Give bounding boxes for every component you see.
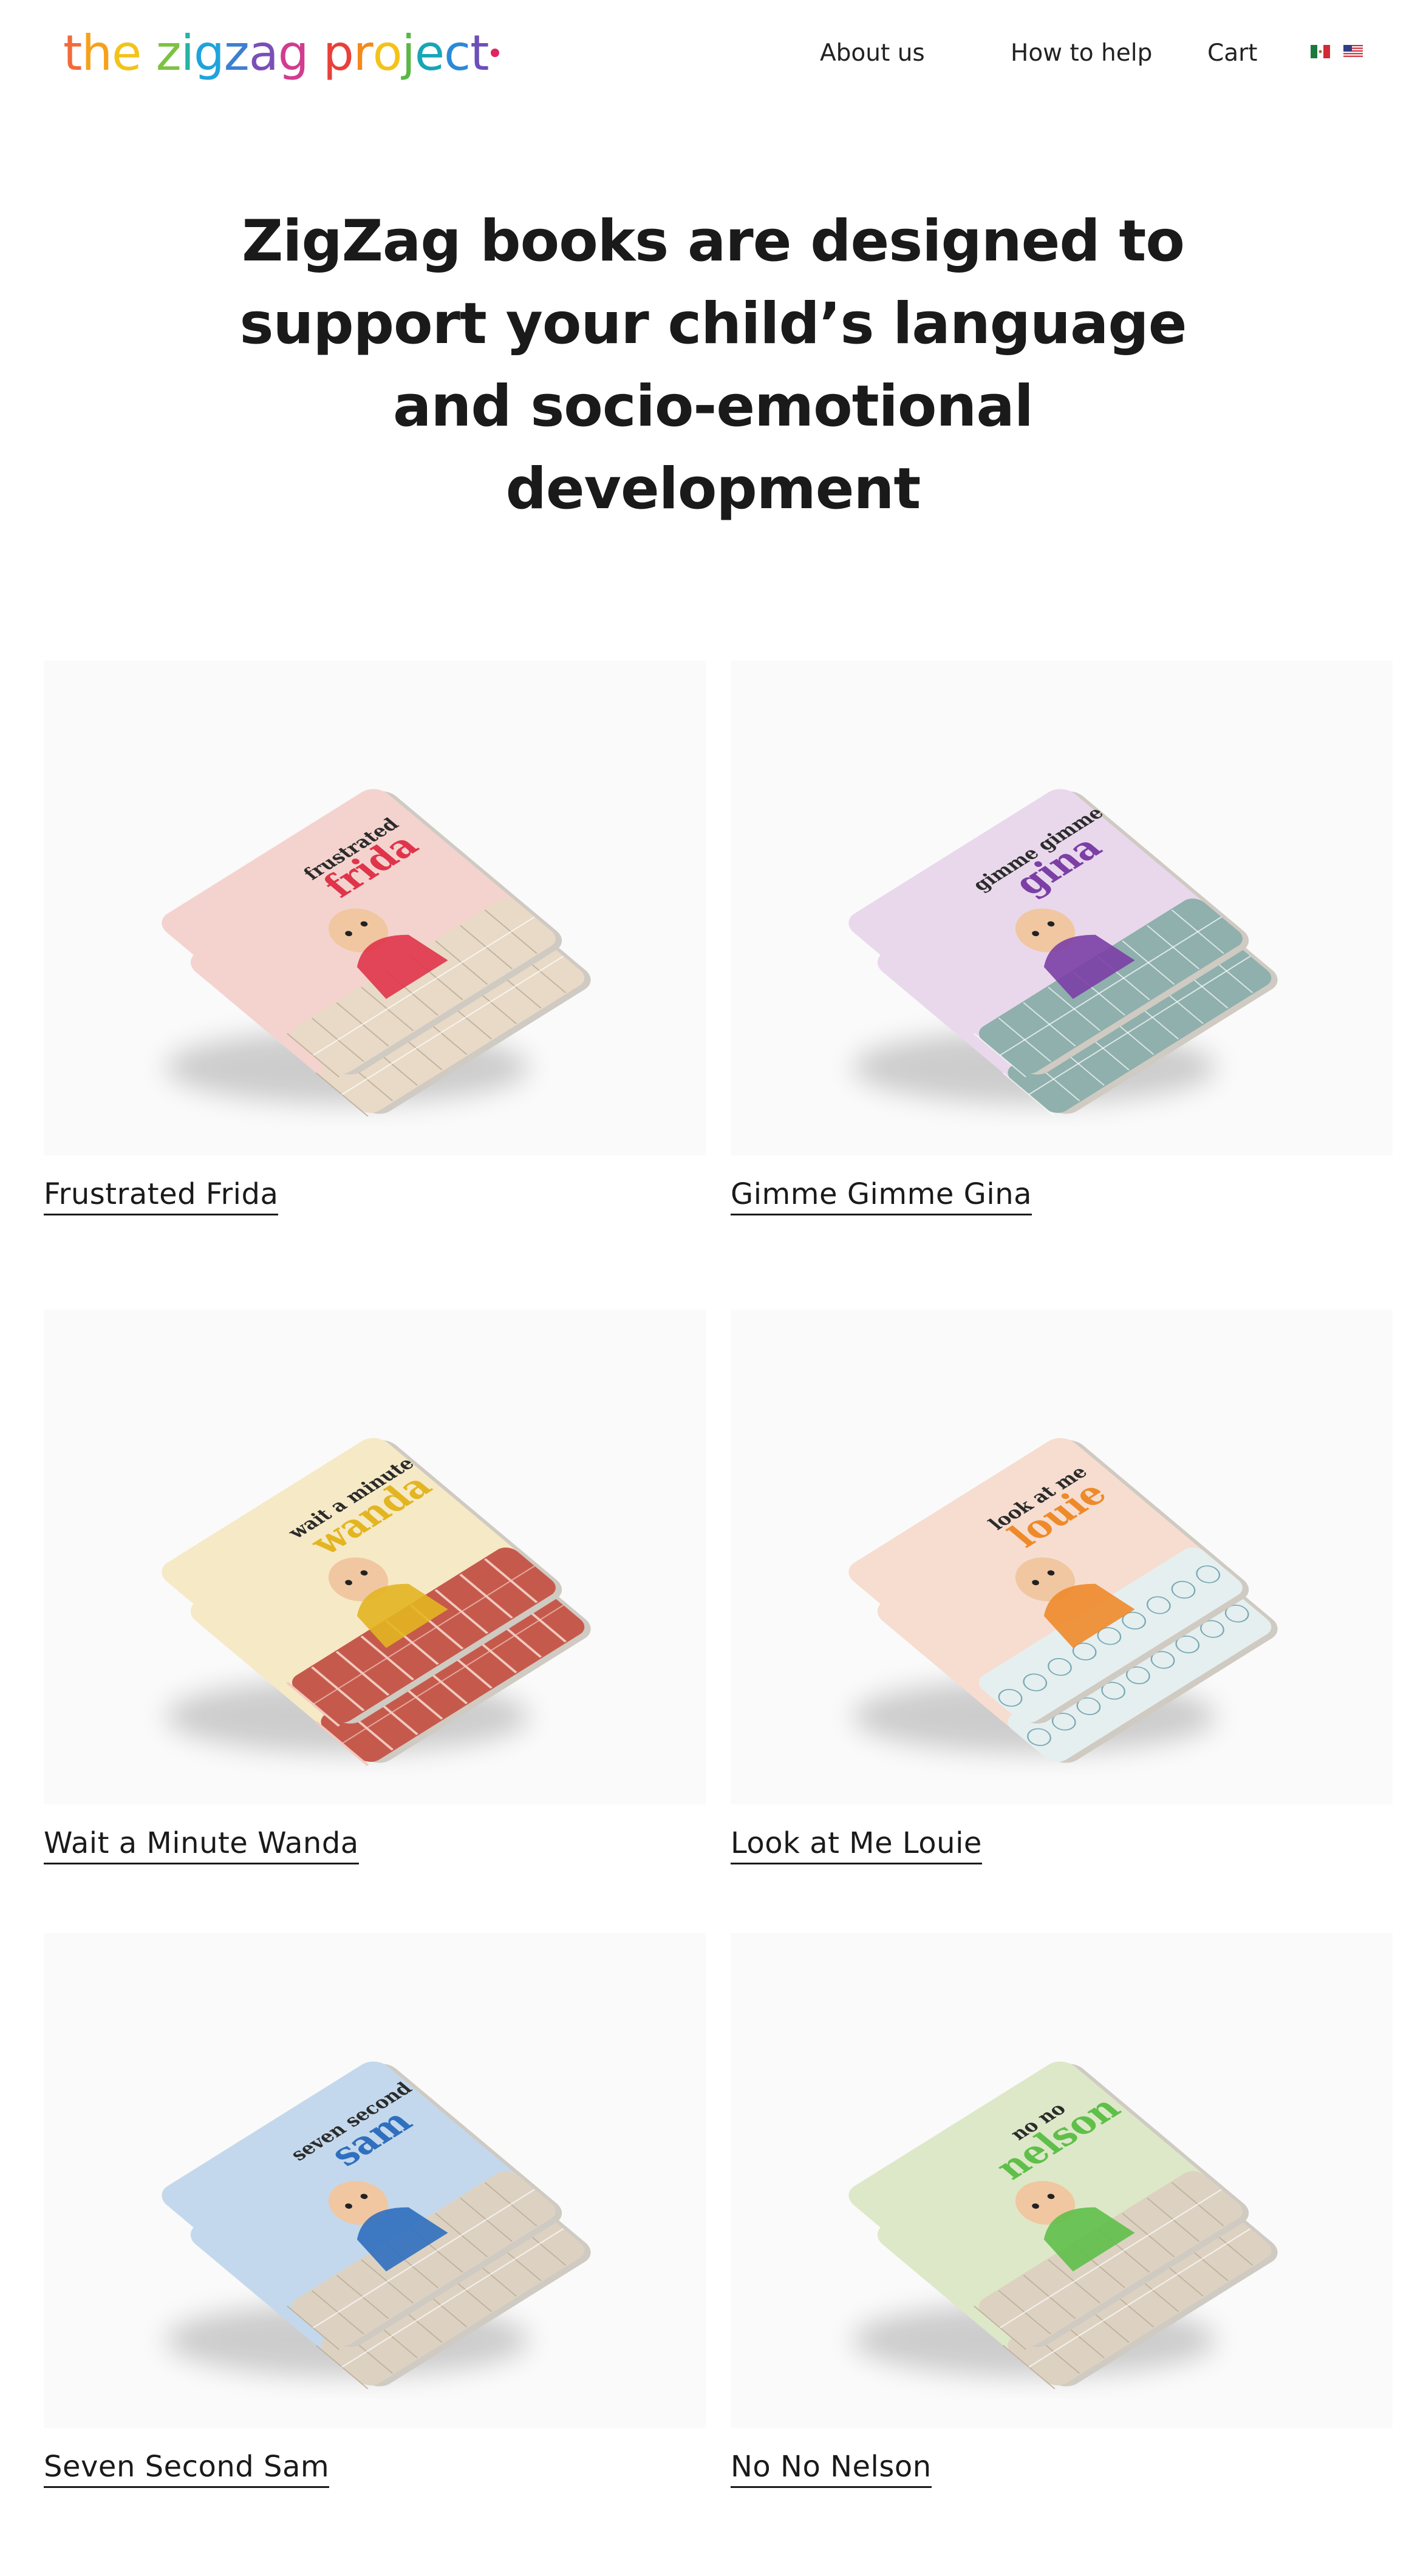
logo-letter: g [193, 25, 225, 81]
hero-line-1: ZigZag books are designed to [242, 208, 1185, 274]
product-title-link[interactable]: Gimme Gimme Gina [731, 1177, 1032, 1215]
product-image[interactable]: gimme gimme gina [731, 661, 1393, 1155]
product-image[interactable]: wait a minute wanda [44, 1310, 706, 1804]
hero-line-4: development [505, 456, 921, 522]
product-image[interactable]: seven second sam [44, 1933, 706, 2428]
hero-heading: ZigZag books are designed to support you… [227, 200, 1199, 531]
logo-letter: z [223, 25, 250, 81]
product-title-link[interactable]: Seven Second Sam [44, 2450, 330, 2488]
logo-letter: t [470, 25, 489, 81]
product-card[interactable]: no no nelson No No Nelson [731, 1933, 1393, 2488]
book-illustration: wait a minutewanda [162, 1438, 591, 1766]
logo-letter: a [248, 25, 279, 81]
product-image[interactable]: frustrated frida [44, 661, 706, 1155]
logo-letter [309, 29, 323, 78]
logo-letter: c [444, 25, 471, 81]
product-title-link[interactable]: No No Nelson [731, 2450, 932, 2488]
logo-letter: e [112, 25, 142, 81]
us-flag-icon[interactable] [1343, 45, 1363, 58]
hero-line-3: and socio-emotional [392, 373, 1034, 440]
logo-letter: z [155, 25, 182, 81]
product-card[interactable]: seven second sam Seven Second Sam [44, 1933, 706, 2488]
book-illustration: no nonelson [848, 2061, 1278, 2390]
product-card[interactable]: wait a minute wanda Wait a Minute Wanda [44, 1310, 706, 1864]
product-card[interactable]: look at me louie Look at Me Louie [731, 1310, 1393, 1864]
logo-letter: t [63, 25, 82, 81]
book-illustration: frustratedfrida [162, 789, 591, 1117]
logo-letter: o [372, 25, 403, 81]
product-card[interactable]: frustrated frida Frustrated Frida [44, 661, 706, 1215]
site-logo[interactable]: the zigzag project [63, 25, 500, 81]
book-illustration: seven secondsam [162, 2061, 591, 2390]
logo-wordmark: the zigzag project [63, 25, 489, 81]
logo-letter: j [401, 25, 415, 81]
logo-letter: g [278, 25, 309, 81]
product-title-link[interactable]: Frustrated Frida [44, 1177, 279, 1215]
nav-how-to-help[interactable]: How to help [1011, 39, 1152, 68]
logo-letter: e [414, 25, 445, 81]
product-image[interactable]: look at me louie [731, 1310, 1393, 1804]
product-title-link[interactable]: Wait a Minute Wanda [44, 1826, 359, 1864]
book-illustration: gimme gimmegina [848, 789, 1278, 1117]
hero-line-2: support your child’s language [239, 291, 1187, 357]
logo-letter: p [323, 25, 354, 81]
site-header: the zigzag project About us How to help … [0, 0, 1426, 109]
logo-letter [141, 29, 155, 78]
product-card[interactable]: gimme gimme gina Gimme Gimme Gina [731, 661, 1393, 1215]
nav-about-us[interactable]: About us [820, 39, 925, 68]
product-title-link[interactable]: Look at Me Louie [731, 1826, 982, 1864]
mexico-flag-icon[interactable] [1311, 45, 1330, 58]
logo-letter: i [180, 25, 194, 81]
logo-dot [491, 49, 500, 58]
book-illustration: look at melouie [848, 1438, 1278, 1763]
logo-letter: h [81, 25, 112, 81]
nav-cart[interactable]: Cart [1207, 39, 1257, 68]
logo-letter: r [353, 25, 374, 81]
product-image[interactable]: no no nelson [731, 1933, 1393, 2428]
